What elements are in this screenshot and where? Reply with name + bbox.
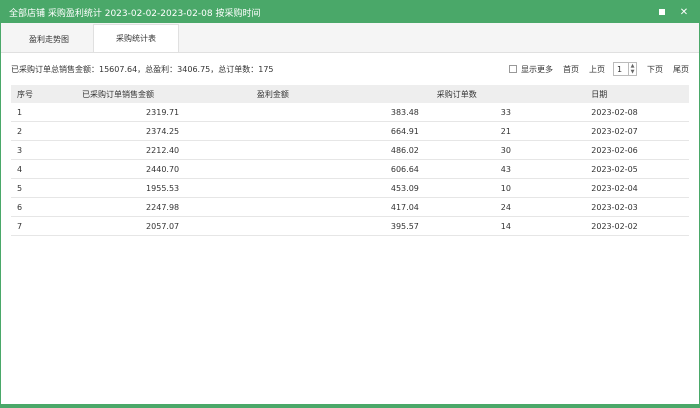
- cell-index: 3: [11, 140, 77, 160]
- cell-index: 6: [11, 197, 77, 217]
- summary-text: 已采购订单总销售金额：15607.64，总盈利：3406.75，总订单数：175: [11, 64, 274, 74]
- tab-bar: 盈利走势图 采购统计表: [1, 23, 699, 53]
- close-icon: ✕: [679, 6, 689, 18]
- next-page-link[interactable]: 下页: [647, 64, 663, 75]
- cell-orders: 14: [430, 216, 586, 236]
- stats-table: 序号 已采购订单销售金额 盈利金额 采购订单数 日期 1 2319.71 383…: [11, 85, 689, 236]
- window-title: 全部店铺 采购盈利统计 2023-02-02-2023-02-08 按采购时间: [9, 8, 261, 19]
- cell-date: 2023-02-06: [585, 140, 689, 160]
- cell-orders: 33: [430, 103, 586, 122]
- toolbar: 已采购订单总销售金额：15607.64，总盈利：3406.75，总订单数：175…: [1, 53, 699, 85]
- cell-sales: 2057.07: [76, 216, 251, 236]
- cell-profit: 395.57: [250, 216, 431, 236]
- page-number-input[interactable]: 1: [613, 62, 629, 76]
- cell-orders: 21: [430, 121, 586, 141]
- tab-label: 采购统计表: [116, 34, 156, 43]
- tab-label: 盈利走势图: [29, 34, 69, 44]
- minimize-button[interactable]: [655, 5, 669, 19]
- col-header-sales: 已采购订单销售金额: [76, 85, 251, 103]
- page-spinner[interactable]: ▲ ▼: [629, 62, 637, 76]
- cell-date: 2023-02-03: [585, 197, 689, 217]
- table-row[interactable]: 1 2319.71 383.48 33 2023-02-08: [11, 103, 689, 122]
- table-header-row: 序号 已采购订单销售金额 盈利金额 采购订单数 日期: [11, 85, 689, 103]
- col-header-orders: 采购订单数: [430, 85, 586, 103]
- cell-sales: 2319.71: [76, 103, 251, 122]
- col-header-index: 序号: [11, 85, 77, 103]
- cell-index: 5: [11, 178, 77, 198]
- col-header-profit: 盈利金额: [250, 85, 431, 103]
- cell-profit: 664.91: [250, 121, 431, 141]
- cell-profit: 606.64: [250, 159, 431, 179]
- cell-date: 2023-02-02: [585, 216, 689, 236]
- last-page-link[interactable]: 尾页: [673, 64, 689, 75]
- cell-index: 7: [11, 216, 77, 236]
- show-more-checkbox[interactable]: [509, 65, 517, 73]
- cell-date: 2023-02-07: [585, 121, 689, 141]
- table-row[interactable]: 2 2374.25 664.91 21 2023-02-07: [11, 121, 689, 141]
- bottom-border: [1, 404, 699, 407]
- cell-profit: 383.48: [250, 103, 431, 122]
- first-page-link[interactable]: 首页: [563, 64, 579, 75]
- close-button[interactable]: ✕: [677, 5, 691, 19]
- cell-orders: 24: [430, 197, 586, 217]
- table-row[interactable]: 3 2212.40 486.02 30 2023-02-06: [11, 140, 689, 160]
- cell-sales: 2212.40: [76, 140, 251, 160]
- prev-page-link[interactable]: 上页: [589, 64, 605, 75]
- table-row[interactable]: 7 2057.07 395.57 14 2023-02-02: [11, 216, 689, 236]
- cell-index: 2: [11, 121, 77, 141]
- title-bar: 全部店铺 采购盈利统计 2023-02-02-2023-02-08 按采购时间 …: [1, 1, 699, 23]
- cell-sales: 2247.98: [76, 197, 251, 217]
- cell-orders: 30: [430, 140, 586, 160]
- cell-sales: 1955.53: [76, 178, 251, 198]
- cell-orders: 43: [430, 159, 586, 179]
- show-more-toggle[interactable]: 显示更多: [509, 64, 553, 75]
- cell-profit: 486.02: [250, 140, 431, 160]
- purchase-stats-window: 全部店铺 采购盈利统计 2023-02-02-2023-02-08 按采购时间 …: [0, 0, 700, 408]
- table-row[interactable]: 6 2247.98 417.04 24 2023-02-03: [11, 197, 689, 217]
- cell-index: 1: [11, 103, 77, 122]
- cell-profit: 417.04: [250, 197, 431, 217]
- cell-sales: 2374.25: [76, 121, 251, 141]
- pager: 显示更多 首页 上页 1 ▲ ▼ 下页 尾页: [509, 62, 689, 76]
- cell-orders: 10: [430, 178, 586, 198]
- cell-date: 2023-02-04: [585, 178, 689, 198]
- cell-index: 4: [11, 159, 77, 179]
- tab-profit-trend[interactable]: 盈利走势图: [7, 26, 91, 52]
- spinner-down-icon[interactable]: ▼: [631, 69, 635, 75]
- cell-date: 2023-02-05: [585, 159, 689, 179]
- cell-sales: 2440.70: [76, 159, 251, 179]
- show-more-label: 显示更多: [521, 64, 553, 74]
- col-header-date: 日期: [585, 85, 689, 103]
- table-row[interactable]: 4 2440.70 606.64 43 2023-02-05: [11, 159, 689, 179]
- table-row[interactable]: 5 1955.53 453.09 10 2023-02-04: [11, 178, 689, 198]
- minimize-icon: [659, 9, 665, 15]
- tab-purchase-stats[interactable]: 采购统计表: [93, 24, 179, 52]
- cell-profit: 453.09: [250, 178, 431, 198]
- cell-date: 2023-02-08: [585, 103, 689, 122]
